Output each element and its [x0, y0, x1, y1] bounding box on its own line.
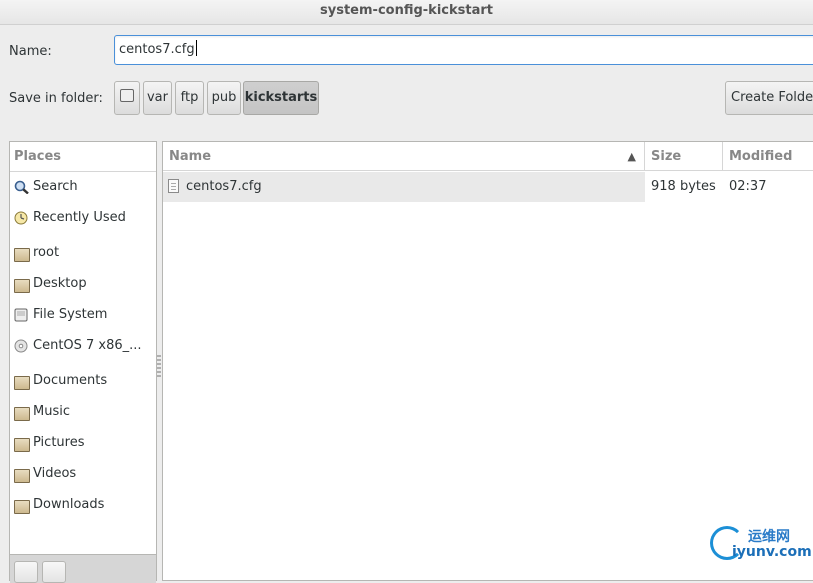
pictures-folder-icon	[14, 438, 30, 452]
text-caret	[195, 40, 197, 56]
file-name: centos7.cfg	[186, 179, 262, 194]
sidebar-item-label: Music	[33, 404, 70, 419]
column-header-modified-label: Modified	[729, 149, 793, 164]
documents-folder-icon	[14, 376, 30, 390]
filesystem-icon	[14, 308, 28, 322]
sidebar-item-label: Recently Used	[33, 210, 126, 225]
sidebar-item-recently-used[interactable]: Recently Used	[10, 206, 156, 230]
watermark-logo: 运维网 iyunv.com	[708, 522, 813, 570]
pane-splitter-handle[interactable]	[157, 355, 161, 379]
crumb-ftp-button[interactable]: ftp	[175, 81, 204, 115]
places-sidebar: Places Search Recently Used root Desktop…	[9, 141, 157, 583]
sidebar-item-downloads[interactable]: Downloads	[10, 493, 156, 517]
file-size: 918 bytes	[651, 179, 716, 194]
search-icon	[14, 180, 29, 194]
crumb-root-button[interactable]	[114, 81, 140, 115]
sidebar-item-label: Downloads	[33, 497, 105, 512]
filename-value: centos7.cfg	[119, 42, 195, 57]
sidebar-item-file-system[interactable]: File System	[10, 303, 156, 327]
optical-disc-icon	[14, 339, 28, 353]
remove-bookmark-button[interactable]	[42, 561, 66, 583]
column-header-modified[interactable]: Modified	[723, 142, 813, 171]
sidebar-item-pictures[interactable]: Pictures	[10, 431, 156, 455]
watermark-cn-text: 运维网	[748, 529, 790, 545]
music-folder-icon	[14, 407, 30, 421]
sort-ascending-icon: ▲	[627, 150, 636, 163]
harddisk-icon	[120, 89, 134, 102]
window-title: system-config-kickstart	[320, 3, 493, 18]
sidebar-item-label: File System	[33, 307, 108, 322]
recent-clock-icon	[14, 211, 28, 225]
sidebar-item-music[interactable]: Music	[10, 400, 156, 424]
sidebar-item-label: Desktop	[33, 276, 87, 291]
sidebar-item-documents[interactable]: Documents	[10, 369, 156, 393]
filename-input[interactable]: centos7.cfg	[114, 35, 813, 65]
column-header-size-label: Size	[651, 149, 682, 164]
sidebar-item-root[interactable]: root	[10, 241, 156, 265]
downloads-folder-icon	[14, 500, 30, 514]
file-list: Name ▲ Size Modified centos7.cfg 918 byt…	[162, 141, 813, 581]
sidebar-item-label: Documents	[33, 373, 108, 388]
places-toolbar	[10, 554, 156, 583]
column-header-name-label: Name	[169, 149, 212, 164]
table-row[interactable]: centos7.cfg 918 bytes 02:37	[163, 172, 813, 202]
sidebar-item-label: Pictures	[33, 435, 85, 450]
add-bookmark-button[interactable]	[14, 561, 38, 583]
sidebar-item-label: Search	[33, 179, 78, 194]
desktop-folder-icon	[14, 279, 30, 293]
sidebar-item-desktop[interactable]: Desktop	[10, 272, 156, 296]
save-in-folder-label: Save in folder:	[9, 91, 103, 106]
home-folder-icon	[14, 248, 30, 262]
crumb-var-button[interactable]: var	[143, 81, 172, 115]
sidebar-item-centos-disc[interactable]: CentOS 7 x86_...	[10, 334, 156, 358]
column-header-size[interactable]: Size	[645, 142, 723, 171]
sidebar-item-videos[interactable]: Videos	[10, 462, 156, 486]
sidebar-item-label: root	[33, 245, 60, 260]
create-folder-button[interactable]: Create Folder	[725, 81, 813, 115]
videos-folder-icon	[14, 469, 30, 483]
watermark-en-text: iyunv.com	[732, 544, 812, 560]
crumb-kickstarts-button[interactable]: kickstarts	[243, 81, 319, 115]
crumb-pub-button[interactable]: pub	[207, 81, 241, 115]
window-titlebar: system-config-kickstart	[0, 0, 813, 25]
column-header-name[interactable]: Name ▲	[163, 142, 645, 171]
sidebar-item-search[interactable]: Search	[10, 175, 156, 199]
name-label: Name:	[9, 44, 52, 59]
sidebar-item-label: CentOS 7 x86_...	[33, 338, 142, 353]
text-file-icon	[168, 179, 179, 193]
file-name-cell: centos7.cfg	[163, 172, 645, 202]
sidebar-item-label: Videos	[33, 466, 77, 481]
places-header: Places	[10, 142, 156, 172]
file-modified: 02:37	[729, 179, 767, 194]
